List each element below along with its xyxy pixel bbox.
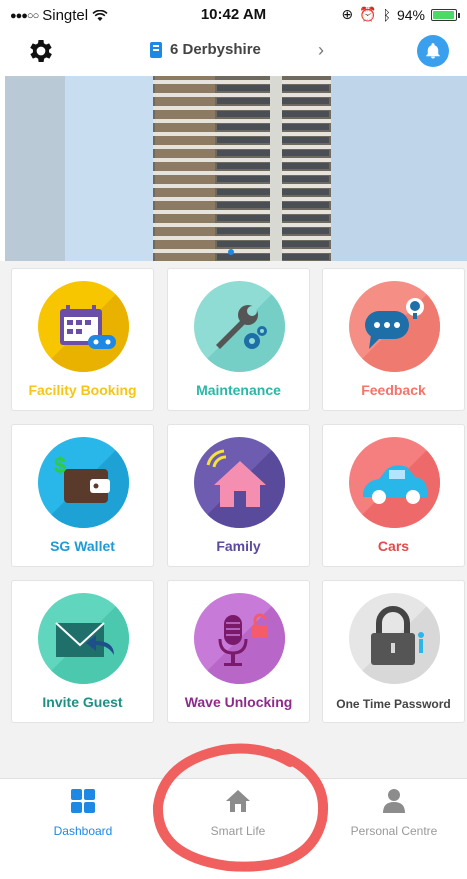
building-floor-slab <box>153 184 331 188</box>
gear-icon[interactable] <box>26 36 56 66</box>
building-floor-slab <box>153 106 331 110</box>
notifications-button[interactable] <box>417 35 449 67</box>
carousel-indicator[interactable] <box>228 249 234 255</box>
building-floor-slab <box>153 158 331 162</box>
chevron-right-icon[interactable]: › <box>318 40 324 61</box>
envelope-icon <box>38 593 129 684</box>
tab-label: Smart Life <box>210 824 266 838</box>
status-bar: ●●●○○ Singtel 10:42 AM ⊕ ⏰ ᛒ 94% <box>0 0 467 30</box>
tile-sg-wallet[interactable]: $ SG Wallet <box>11 424 154 567</box>
tab-label: Personal Centre <box>350 824 438 838</box>
building-floor-slab <box>153 210 331 214</box>
top-navigation: 6 Derbyshire › <box>0 30 467 74</box>
building-floor-slab <box>153 80 331 84</box>
property-selector[interactable]: 6 Derbyshire <box>150 41 261 58</box>
tile-maintenance[interactable]: Maintenance <box>167 268 310 411</box>
building-floor-slab <box>153 249 331 253</box>
tile-family[interactable]: Family <box>167 424 310 567</box>
microphone-icon <box>194 593 285 684</box>
wrench-icon <box>194 281 285 372</box>
tile-label: Maintenance <box>196 382 281 398</box>
tile-facility-booking[interactable]: Facility Booking <box>11 268 154 411</box>
property-name: 6 Derbyshire <box>170 41 261 58</box>
tab-dashboard[interactable]: Dashboard <box>13 787 153 838</box>
building-floor-slab <box>153 223 331 227</box>
tile-label: SG Wallet <box>50 538 115 554</box>
building-floor-slab <box>153 145 331 149</box>
person-icon <box>383 789 405 813</box>
tab-smart-life[interactable]: Smart Life <box>168 787 308 838</box>
tile-label: Family <box>216 538 261 554</box>
tile-label: Wave Unlocking <box>184 694 293 710</box>
bottom-tab-bar: Dashboard Smart Life Personal Centre <box>0 778 467 879</box>
tile-label: One Time Password <box>336 697 451 711</box>
orientation-lock-icon: ⊕ <box>341 6 354 22</box>
building-floor-slab <box>153 132 331 136</box>
tile-label: Cars <box>377 538 410 554</box>
feature-grid: Facility Booking Maintenance Feedback $ … <box>0 261 467 778</box>
chat-bubble-icon <box>349 281 440 372</box>
building-floor-slab <box>153 93 331 97</box>
building-floor-slab <box>153 171 331 175</box>
car-icon <box>349 437 440 528</box>
grid-icon <box>71 789 95 813</box>
building-floor-slab <box>153 197 331 201</box>
building-floor-slab <box>153 119 331 123</box>
tile-label: Feedback <box>361 382 426 398</box>
battery-icon <box>431 8 460 21</box>
tab-personal-centre[interactable]: Personal Centre <box>324 787 464 838</box>
tile-label: Invite Guest <box>42 694 123 710</box>
house-icon <box>194 437 285 528</box>
tile-feedback[interactable]: Feedback <box>322 268 465 411</box>
svg-text:$: $ <box>54 453 66 478</box>
tab-label: Dashboard <box>53 824 113 838</box>
battery-percent: 94% <box>396 6 425 23</box>
padlock-icon <box>349 593 440 684</box>
wallet-icon: $ <box>38 437 129 528</box>
building-icon <box>150 41 162 58</box>
building-floor-slab <box>153 236 331 240</box>
calendar-icon <box>38 281 129 372</box>
tile-invite-guest[interactable]: Invite Guest <box>11 580 154 723</box>
home-icon <box>226 790 250 812</box>
alarm-icon: ⏰ <box>359 6 377 22</box>
banner-carousel[interactable] <box>5 76 467 261</box>
building-banner-image <box>5 76 467 261</box>
status-right: ⊕ ⏰ ᛒ 94% <box>341 6 460 23</box>
tile-one-time-password[interactable]: One Time Password <box>322 580 465 723</box>
tile-wave-unlocking[interactable]: Wave Unlocking <box>167 580 310 723</box>
bluetooth-icon: ᛒ <box>382 6 391 23</box>
tile-cars[interactable]: Cars <box>322 424 465 567</box>
tile-label: Facility Booking <box>28 382 137 398</box>
bell-icon <box>426 43 440 59</box>
